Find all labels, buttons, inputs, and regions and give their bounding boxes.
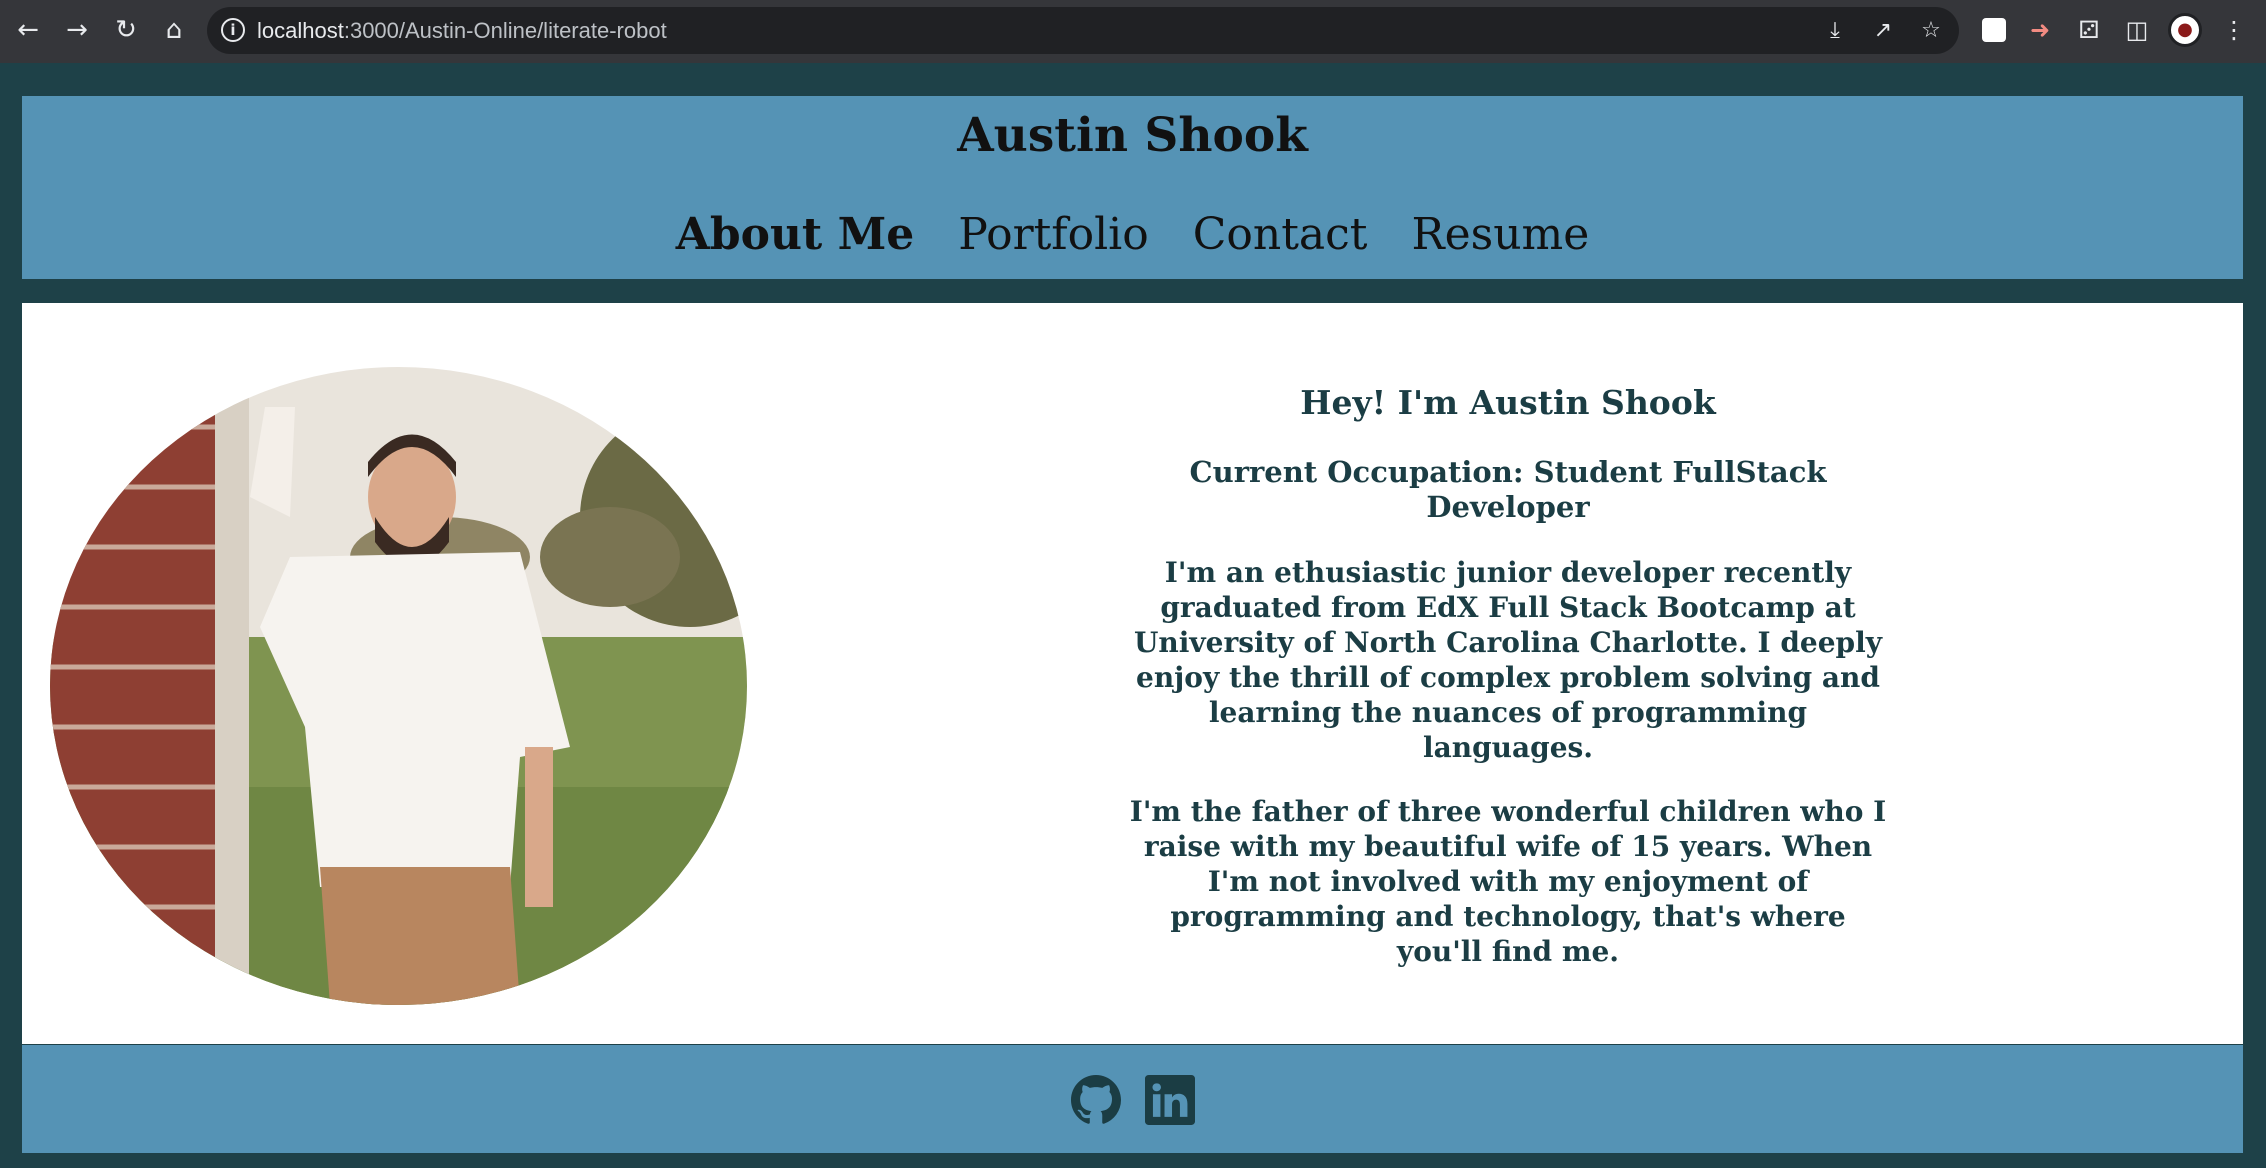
share-icon[interactable]: ↗ <box>1870 18 1896 44</box>
forward-icon[interactable]: → <box>61 14 93 46</box>
bio-text: Hey! I'm Austin Shook Current Occupation… <box>1128 383 1888 998</box>
nav-about-me[interactable]: About Me <box>676 210 915 260</box>
bio-paragraph-1: I'm an ethusiastic junior developer rece… <box>1133 556 1883 764</box>
site-footer <box>22 1045 2243 1153</box>
github-icon[interactable] <box>1071 1075 1121 1125</box>
main-nav: About Me Portfolio Contact Resume <box>22 210 2243 260</box>
about-section: Hey! I'm Austin Shook Current Occupation… <box>22 303 2243 1044</box>
profile-avatar-icon[interactable]: ● <box>2168 13 2202 47</box>
extensions-puzzle-icon[interactable]: ⚂ <box>2074 15 2104 45</box>
back-icon[interactable]: ← <box>12 14 44 46</box>
bookmark-star-icon[interactable]: ☆ <box>1918 18 1944 44</box>
url-host: localhost <box>257 18 344 43</box>
reload-icon[interactable]: ↻ <box>110 14 142 46</box>
install-icon[interactable]: ⤓ <box>1822 18 1848 44</box>
nav-resume[interactable]: Resume <box>1411 210 1589 260</box>
site-info-icon[interactable]: i <box>221 18 245 42</box>
linkedin-icon[interactable] <box>1145 1075 1195 1125</box>
home-icon[interactable]: ⌂ <box>158 14 190 46</box>
url-path: :3000/Austin-Online/literate-robot <box>343 18 667 43</box>
url-text[interactable]: localhost:3000/Austin-Online/literate-ro… <box>257 17 667 44</box>
extension-arrow-icon[interactable]: ➜ <box>2025 15 2055 45</box>
site-title: Austin Shook <box>957 108 1308 163</box>
nav-portfolio[interactable]: Portfolio <box>958 210 1148 260</box>
site-header: Austin Shook About Me Portfolio Contact … <box>22 96 2243 279</box>
bio-paragraph-2: I'm the father of three wonderful childr… <box>1129 795 1887 968</box>
side-panel-icon[interactable]: ◫ <box>2122 15 2152 45</box>
extension-square-icon[interactable] <box>1982 18 2006 42</box>
greeting-heading: Hey! I'm Austin Shook <box>1300 383 1716 422</box>
address-bar[interactable]: i localhost:3000/Austin-Online/literate-… <box>207 7 1959 54</box>
menu-kebab-icon[interactable]: ⋮ <box>2219 15 2249 45</box>
profile-photo <box>50 367 747 1005</box>
nav-contact[interactable]: Contact <box>1193 210 1368 260</box>
occupation-heading: Current Occupation: Student FullStack De… <box>1189 455 1827 524</box>
browser-toolbar: ← → ↻ ⌂ i localhost:3000/Austin-Online/l… <box>0 0 2266 63</box>
